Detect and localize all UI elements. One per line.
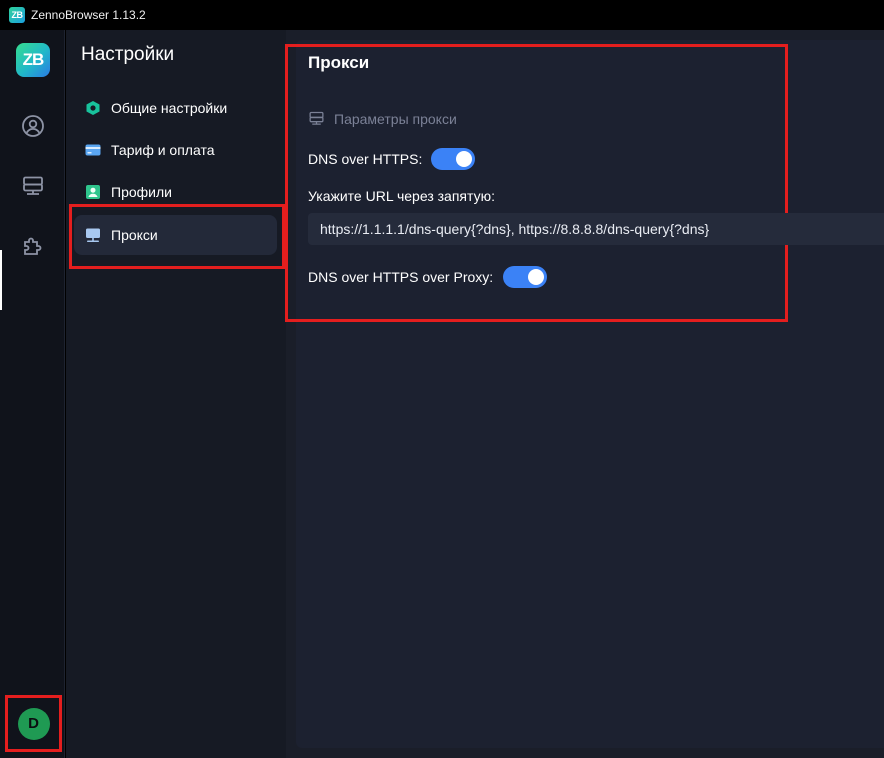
settings-sidebar: Настройки Общие настройки Тариф и оплата… [66,30,286,758]
doh-proxy-row: DNS over HTTPS over Proxy: [308,266,548,288]
doh-toggle[interactable] [431,148,476,170]
sidebar-item-general[interactable]: Общие настройки [74,88,277,128]
doh-proxy-toggle[interactable] [503,266,548,288]
app-logo[interactable]: ZB [16,43,50,77]
sidebar-item-label: Тариф и оплата [111,142,215,158]
doh-label: DNS over HTTPS: [308,151,423,167]
proxy-params-heading: Параметры прокси [308,110,457,127]
credit-card-icon [85,142,101,158]
user-avatar-highlight: D [5,695,62,752]
user-circle-icon[interactable] [20,113,46,139]
title-bar: ZB ZennoBrowser 1.13.2 [0,0,884,30]
sidebar-item-label: Профили [111,184,172,200]
window-title: ZennoBrowser 1.13.2 [31,8,146,22]
proxy-nav-highlight [69,204,285,269]
rail-active-indicator [0,250,2,310]
profile-card-icon [85,184,101,200]
puzzle-icon[interactable] [20,233,46,259]
proxy-section-title: Прокси [308,53,370,72]
sidebar-item-label: Общие настройки [111,100,228,116]
url-label: Укажите URL через запятую: [308,188,495,204]
settings-hex-icon [85,100,101,116]
app-logo-small: ZB [9,7,25,23]
sidebar-item-billing[interactable]: Тариф и оплата [74,130,277,170]
doh-proxy-label: DNS over HTTPS over Proxy: [308,269,494,285]
user-avatar[interactable]: D [17,707,50,740]
server-small-icon [309,111,324,125]
doh-row: DNS over HTTPS: [308,148,476,170]
proxy-params-label: Параметры прокси [334,110,457,127]
icon-rail: ZB D [0,30,65,758]
doh-url-input[interactable] [308,213,884,245]
server-icon[interactable] [20,173,46,199]
settings-title: Настройки [81,44,175,65]
